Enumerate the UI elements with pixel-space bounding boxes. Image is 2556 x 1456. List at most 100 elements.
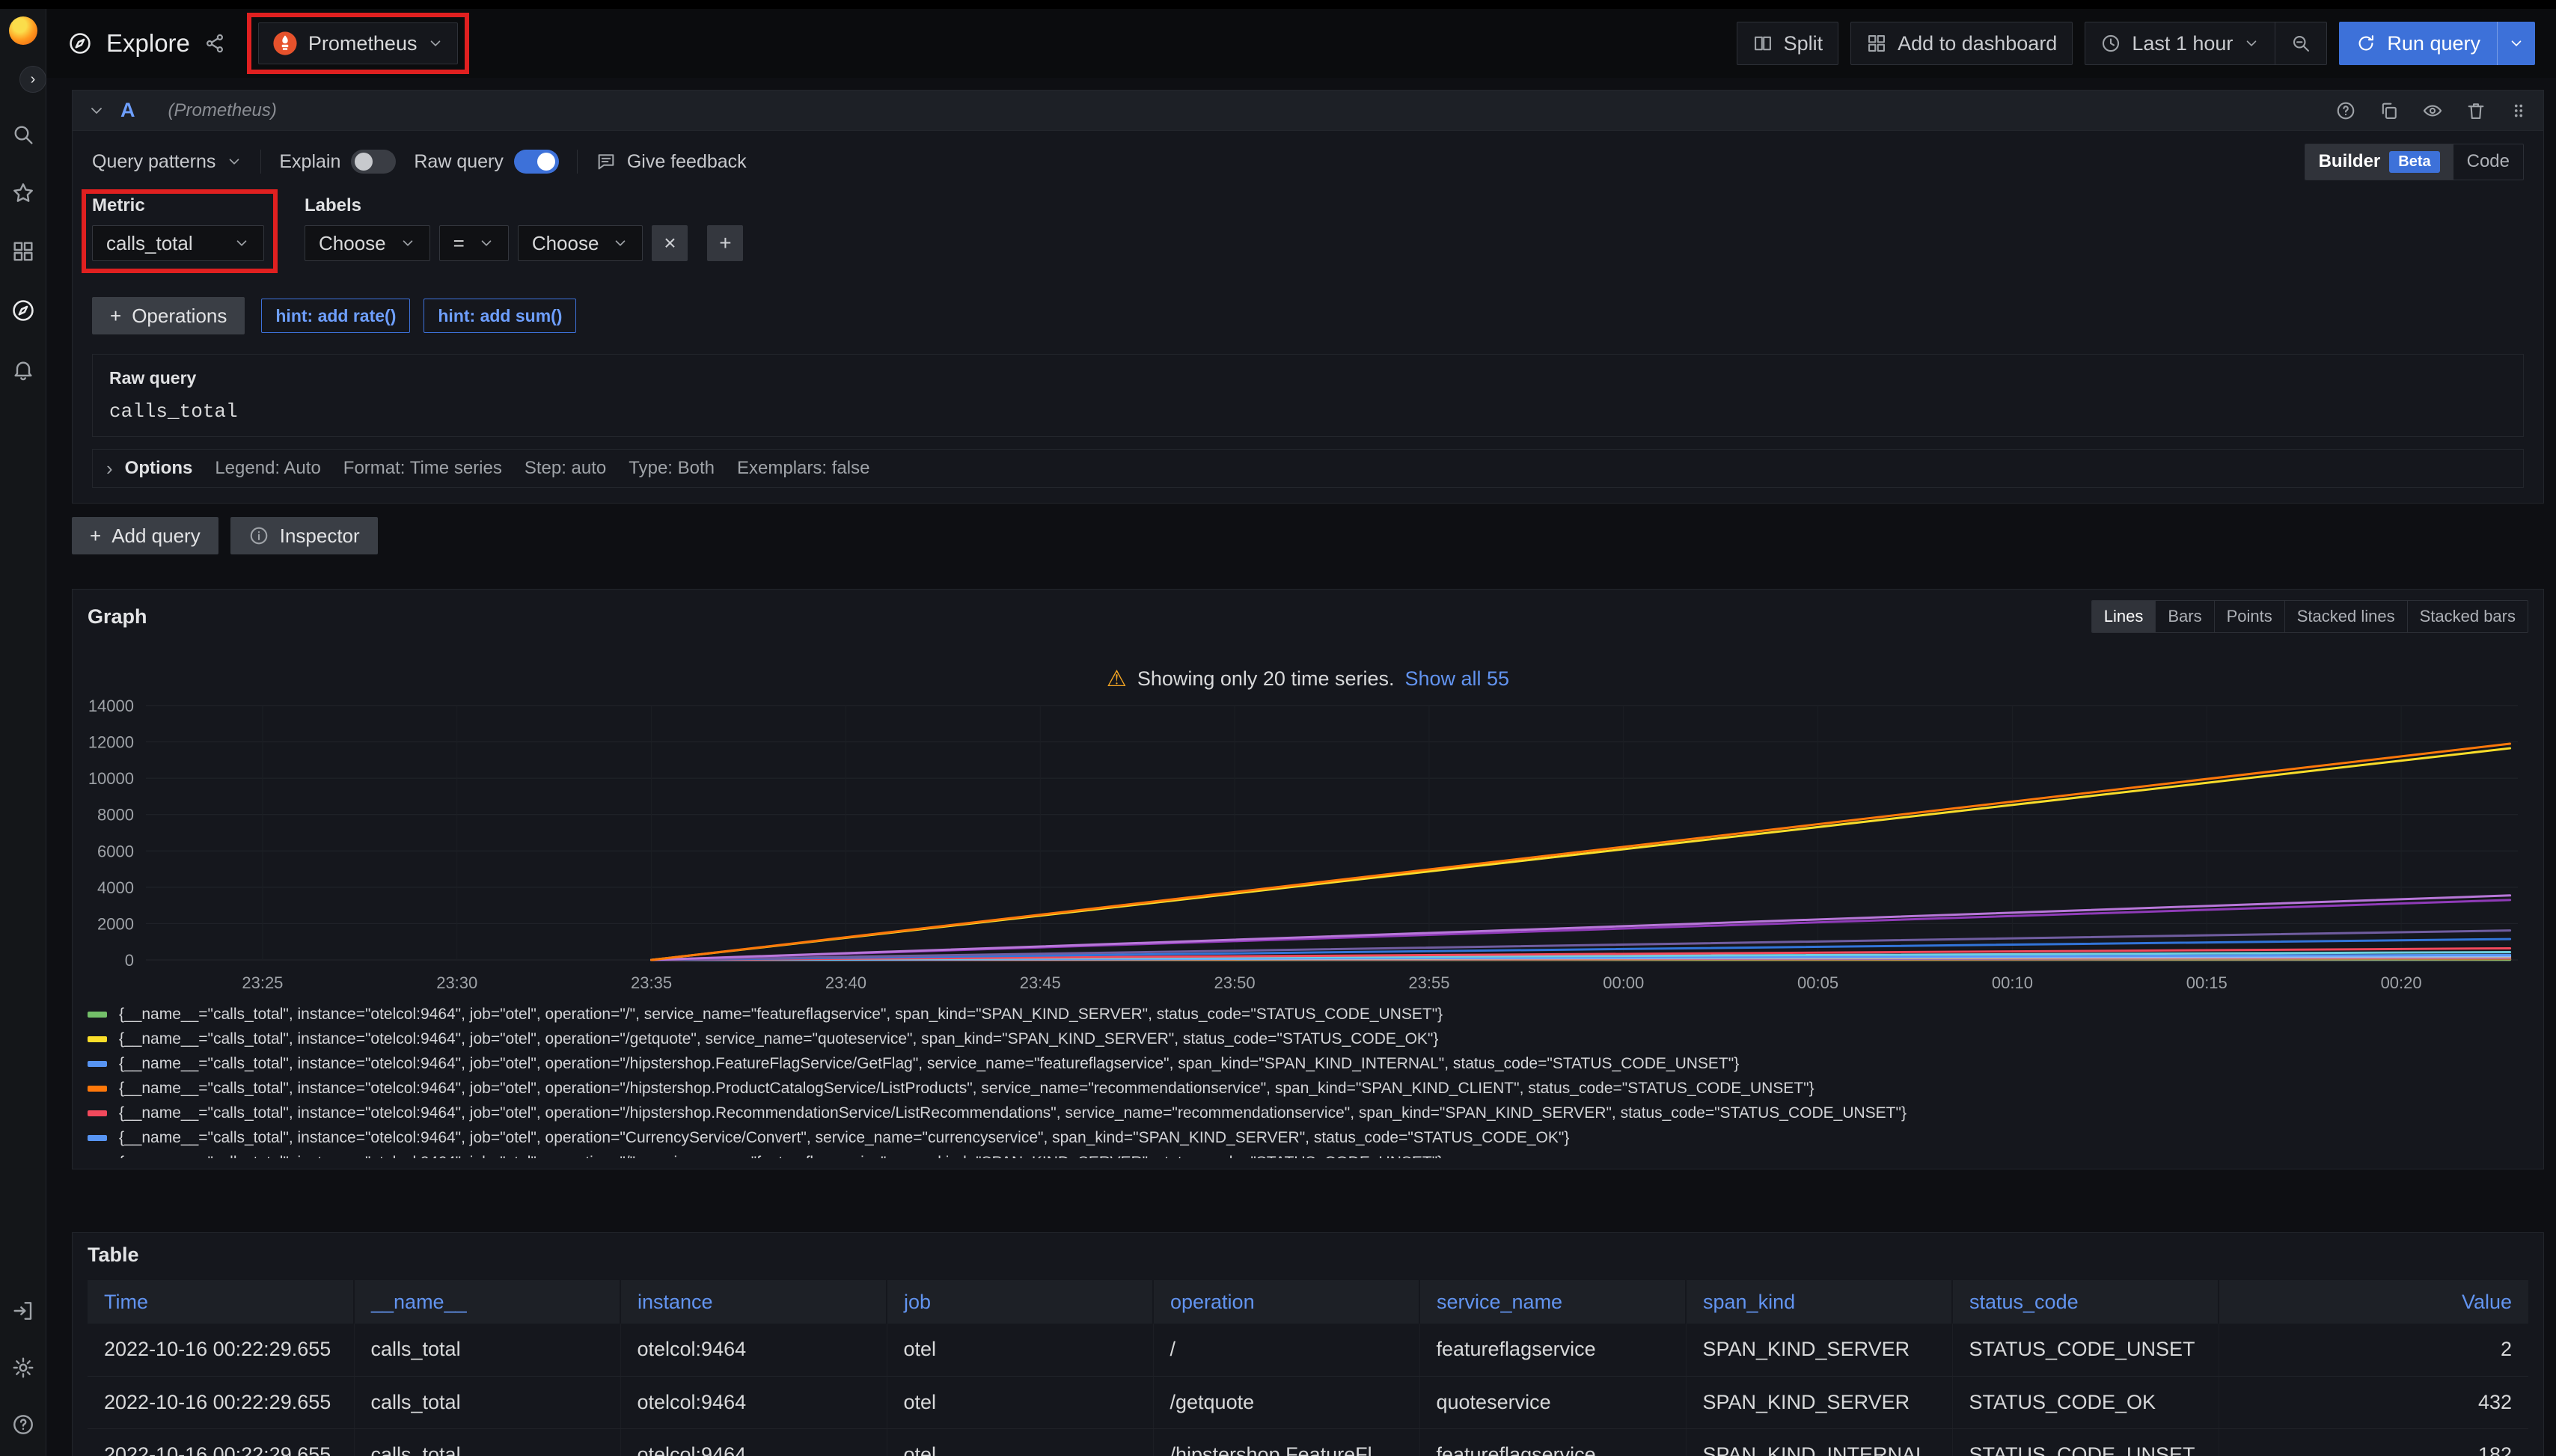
legend-item-clipped[interactable]: {__name__="calls_total", instance="otelc… (88, 1150, 2528, 1158)
sidebar-item-search[interactable] (11, 123, 35, 147)
sidebar-item-dashboards[interactable] (11, 239, 35, 263)
table-cell: 432 (2219, 1376, 2528, 1428)
y-axis-tick: 14000 (88, 697, 134, 715)
explain-toggle[interactable] (351, 150, 396, 174)
table-column-header[interactable]: service_name (1419, 1280, 1686, 1324)
raw-query-toggle[interactable] (514, 150, 559, 174)
add-to-dashboard-button[interactable]: Add to dashboard (1850, 22, 2073, 65)
add-label-filter-button[interactable]: + (707, 225, 743, 261)
time-range-picker[interactable]: Last 1 hour (2085, 22, 2275, 65)
zoom-out-button[interactable] (2275, 22, 2327, 65)
collapse-chevron-icon[interactable] (88, 102, 106, 120)
metric-select[interactable]: calls_total (92, 225, 264, 261)
table-cell: 2022-10-16 00:22:29.655 (88, 1428, 354, 1456)
table-cell: 2 (2219, 1324, 2528, 1376)
table-column-header[interactable]: span_kind (1686, 1280, 1952, 1324)
table-cell: quoteservice (1419, 1376, 1686, 1428)
legend-series-label: {__name__="calls_total", instance="otelc… (119, 1030, 1438, 1048)
add-query-button[interactable]: + Add query (72, 517, 218, 554)
legend-item[interactable]: {__name__="calls_total", instance="otelc… (88, 1051, 2528, 1076)
grafana-logo[interactable] (9, 16, 37, 45)
legend-series-marker (88, 1012, 107, 1018)
inspector-button[interactable]: Inspector (230, 517, 378, 554)
delete-query-button[interactable] (2465, 100, 2486, 121)
remove-label-filter-button[interactable]: × (652, 225, 688, 261)
time-series-chart[interactable]: 0200040006000800010000120001400023:2523:… (88, 697, 2524, 996)
chevron-down-icon (2508, 35, 2525, 52)
legend-item: {__name__="calls_total", instance="otelc… (88, 1150, 2528, 1158)
graph-mode-bars[interactable]: Bars (2155, 601, 2213, 632)
graph-mode-stacked-lines[interactable]: Stacked lines (2284, 601, 2407, 632)
table-cell: calls_total (354, 1324, 620, 1376)
split-button[interactable]: Split (1737, 22, 1839, 65)
plus-icon: + (90, 524, 101, 548)
table-column-header[interactable]: job (887, 1280, 1153, 1324)
give-feedback-link[interactable]: Give feedback (596, 151, 747, 173)
builder-tab[interactable]: Builder Beta (2305, 144, 2453, 180)
hide-query-button[interactable] (2422, 100, 2443, 121)
table-column-header[interactable]: Time (88, 1280, 354, 1324)
chevron-down-icon (400, 235, 416, 251)
comment-icon (596, 151, 617, 172)
run-query-dropdown[interactable] (2497, 22, 2535, 65)
chevron-down-icon (427, 35, 444, 52)
query-hint-button[interactable]: hint: add rate() (261, 299, 410, 333)
legend-item[interactable]: {__name__="calls_total", instance="otelc… (88, 1027, 2528, 1051)
datasource-picker[interactable]: Prometheus (258, 22, 459, 64)
legend-item[interactable]: {__name__="calls_total", instance="otelc… (88, 1125, 2528, 1150)
inspector-label: Inspector (280, 524, 360, 548)
x-axis-tick: 00:10 (1992, 973, 2033, 992)
graph-panel-title: Graph (88, 605, 147, 628)
window-top-strip (0, 0, 2556, 9)
code-label: Code (2467, 151, 2510, 172)
sidebar-item-starred[interactable] (11, 181, 35, 205)
eye-icon (2422, 100, 2443, 121)
explore-toolbar: Explore Prometheus Split (46, 9, 2556, 78)
table-cell: calls_total (354, 1376, 620, 1428)
table-cell: STATUS_CODE_UNSET (1952, 1324, 2219, 1376)
add-operation-button[interactable]: + Operations (92, 297, 245, 334)
sidebar-item-help[interactable] (11, 1413, 35, 1437)
query-row-header[interactable]: A (Prometheus) (73, 91, 2543, 131)
table-cell: otel (887, 1324, 1153, 1376)
x-axis-tick: 23:45 (1020, 973, 1061, 992)
metric-field-label: Metric (92, 195, 264, 216)
drag-handle[interactable] (2509, 101, 2528, 120)
zoom-out-icon (2290, 33, 2311, 54)
query-help-button[interactable] (2335, 100, 2356, 121)
table-column-header[interactable]: operation (1153, 1280, 1419, 1324)
code-tab[interactable]: Code (2453, 144, 2523, 180)
sidebar-item-sign-in[interactable] (11, 1299, 35, 1323)
duplicate-query-button[interactable] (2379, 100, 2400, 121)
legend-item[interactable]: {__name__="calls_total", instance="otelc… (88, 1101, 2528, 1125)
query-hint-button[interactable]: hint: add sum() (424, 299, 576, 333)
label-operator-select[interactable]: = (439, 225, 509, 261)
query-options-row[interactable]: › Options Legend: AutoFormat: Time serie… (92, 449, 2524, 488)
legend-item[interactable]: {__name__="calls_total", instance="otelc… (88, 1002, 2528, 1027)
copy-icon (2379, 100, 2400, 121)
table-column-header[interactable]: status_code (1952, 1280, 2219, 1324)
legend-item[interactable]: {__name__="calls_total", instance="otelc… (88, 1076, 2528, 1101)
run-query-button[interactable]: Run query (2339, 22, 2535, 65)
sign-in-icon (11, 1299, 35, 1323)
graph-mode-stacked-bars[interactable]: Stacked bars (2407, 601, 2528, 632)
prometheus-icon (272, 31, 298, 56)
query-patterns-dropdown[interactable]: Query patterns (92, 151, 242, 173)
table-column-header[interactable]: Value (2219, 1280, 2528, 1324)
share-icon[interactable] (204, 32, 226, 55)
graph-mode-points[interactable]: Points (2214, 601, 2284, 632)
graph-mode-lines[interactable]: Lines (2092, 601, 2156, 632)
label-name-select[interactable]: Choose (305, 225, 430, 261)
sidebar-item-explore[interactable] (10, 298, 36, 323)
star-icon (11, 181, 35, 205)
sidebar-expand-button[interactable]: › (19, 66, 46, 93)
sidebar-item-alerting[interactable] (11, 358, 35, 382)
options-label: Options (125, 458, 193, 479)
sidebar-item-configuration[interactable] (11, 1356, 35, 1380)
label-value-select[interactable]: Choose (518, 225, 643, 261)
table-cell: STATUS_CODE_OK (1952, 1376, 2219, 1428)
x-axis-tick: 23:50 (1214, 973, 1256, 992)
show-all-series-link[interactable]: Show all 55 (1404, 667, 1509, 691)
table-column-header[interactable]: __name__ (354, 1280, 620, 1324)
table-column-header[interactable]: instance (620, 1280, 887, 1324)
